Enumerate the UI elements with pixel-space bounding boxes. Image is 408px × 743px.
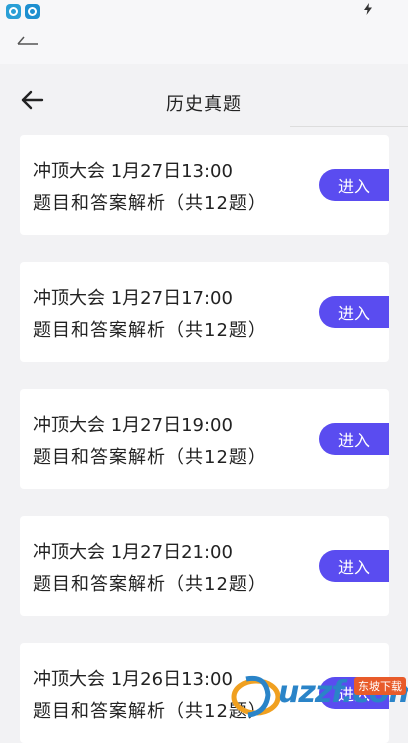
session-subtitle: 题目和答案解析（共12题） xyxy=(33,574,267,595)
enter-button[interactable]: 进入 xyxy=(319,550,389,582)
page-header: 历史真题 xyxy=(0,64,408,127)
enter-button[interactable]: 进入 xyxy=(319,296,389,328)
watermark-badge: 东坡下载 xyxy=(354,677,406,695)
session-title: 冲顶大会 1月27日13:00 xyxy=(33,161,233,182)
charging-bolt-icon xyxy=(364,3,372,18)
app-notification-icon xyxy=(6,3,21,19)
status-bar xyxy=(0,0,408,22)
list-item: 冲顶大会 1月27日19:00 题目和答案解析（共12题） 进入 xyxy=(20,389,389,489)
session-subtitle: 题目和答案解析（共12题） xyxy=(33,320,267,341)
enter-button[interactable]: 进入 xyxy=(319,423,389,455)
watermark-swirl-icon xyxy=(231,675,281,718)
enter-button[interactable]: 进入 xyxy=(319,169,389,201)
session-title: 冲顶大会 1月27日19:00 xyxy=(33,415,233,436)
session-title: 冲顶大会 1月26日13:00 xyxy=(33,669,233,690)
header-divider xyxy=(290,126,408,127)
session-title: 冲顶大会 1月27日17:00 xyxy=(33,288,233,309)
session-subtitle: 题目和答案解析（共12题） xyxy=(33,447,267,468)
back-chevron-icon[interactable] xyxy=(16,32,40,56)
watermark-logo: uzzf.com 东坡下载 xyxy=(226,665,408,727)
app-notification-icon xyxy=(25,3,40,19)
session-title: 冲顶大会 1月27日21:00 xyxy=(33,542,233,563)
list-item: 冲顶大会 1月27日17:00 题目和答案解析（共12题） 进入 xyxy=(20,262,389,362)
list-item: 冲顶大会 1月27日21:00 题目和答案解析（共12题） 进入 xyxy=(20,516,389,616)
session-subtitle: 题目和答案解析（共12题） xyxy=(33,193,267,214)
list-item: 冲顶大会 1月27日13:00 题目和答案解析（共12题） 进入 xyxy=(20,135,389,235)
page-title: 历史真题 xyxy=(166,94,242,115)
top-nav-bar xyxy=(0,22,408,64)
